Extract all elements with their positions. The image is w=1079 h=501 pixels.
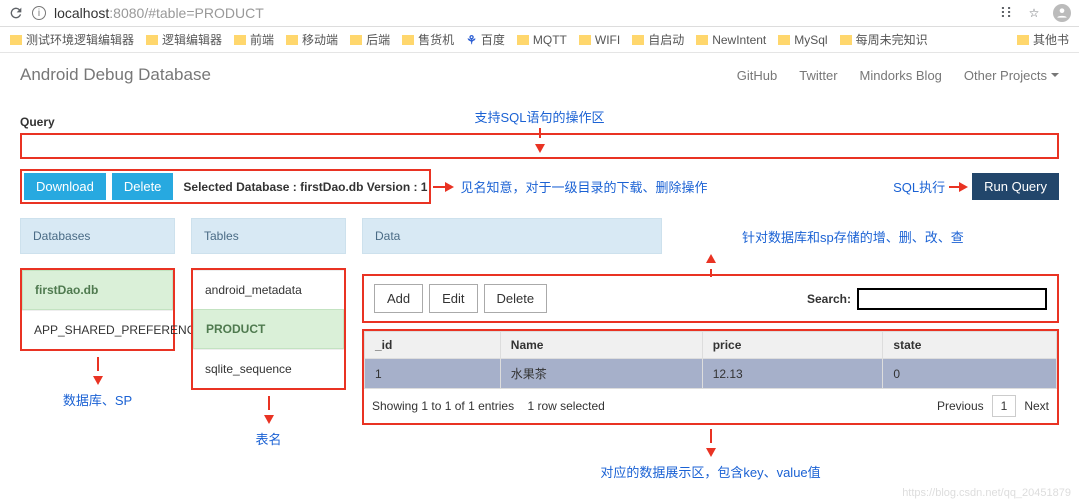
translate-icon[interactable]: ⠸⠇ — [997, 4, 1015, 22]
pager-current-page[interactable]: 1 — [992, 395, 1017, 417]
column-header-id[interactable]: _id — [365, 332, 501, 359]
selected-row-info: 1 row selected — [527, 399, 604, 413]
folder-icon — [840, 35, 852, 45]
tables-panel-header: Tables — [191, 218, 346, 254]
table-item-sqlite-sequence[interactable]: sqlite_sequence — [193, 349, 344, 388]
bookmark-item[interactable]: 逻辑编辑器 — [146, 31, 222, 48]
bookmark-item[interactable]: 移动端 — [286, 31, 338, 48]
nav-other-projects[interactable]: Other Projects — [964, 68, 1059, 83]
column-header-name[interactable]: Name — [500, 332, 702, 359]
search-input[interactable] — [857, 288, 1047, 310]
bookmark-item[interactable]: MySql — [778, 33, 827, 47]
cell-price: 12.13 — [702, 359, 883, 389]
folder-icon — [632, 35, 644, 45]
annotation-data-area: 对应的数据展示区，包含key、value值 — [362, 462, 1059, 481]
bookmark-item[interactable]: 自启动 — [632, 31, 684, 48]
arrow-right-icon — [959, 182, 968, 192]
download-delete-group: Download Delete Selected Database : firs… — [20, 169, 431, 204]
arrow-down-icon — [93, 376, 103, 385]
download-button[interactable]: Download — [24, 173, 106, 200]
annotation-sql-exec: SQL执行 — [893, 177, 945, 196]
table-item-android-metadata[interactable]: android_metadata — [193, 270, 344, 309]
baidu-icon: ⚘ — [466, 33, 477, 47]
database-list: firstDao.db APP_SHARED_PREFERENCES — [20, 268, 175, 351]
annotation-dl-del: 见名知意，对于一级目录的下载、删除操作 — [460, 177, 707, 196]
folder-icon — [10, 35, 22, 45]
bookmarks-bar: 测试环境逻辑编辑器 逻辑编辑器 前端 移动端 后端 售货机 ⚘百度 MQTT W… — [0, 27, 1079, 53]
bookmark-item[interactable]: 测试环境逻辑编辑器 — [10, 31, 134, 48]
selected-database-label: Selected Database : firstDao.db Version … — [183, 180, 427, 194]
bookmark-item[interactable]: 其他书 — [1017, 31, 1069, 48]
folder-icon — [579, 35, 591, 45]
folder-icon — [517, 35, 529, 45]
column-header-price[interactable]: price — [702, 332, 883, 359]
delete-row-button[interactable]: Delete — [484, 284, 548, 313]
table-row[interactable]: 1 水果茶 12.13 0 — [365, 359, 1057, 389]
run-query-button[interactable]: Run Query — [972, 173, 1059, 200]
showing-entries: Showing 1 to 1 of 1 entries — [372, 399, 514, 413]
bookmark-item[interactable]: 前端 — [234, 31, 274, 48]
arrow-down-icon — [264, 415, 274, 424]
bookmark-item[interactable]: ⚘百度 — [466, 31, 505, 48]
bookmark-item[interactable]: WIFI — [579, 33, 620, 47]
arrow-down-icon — [534, 144, 544, 153]
edit-button[interactable]: Edit — [429, 284, 477, 313]
annotation-db-sp: 数据库、SP — [20, 390, 175, 409]
chevron-down-icon — [1051, 73, 1059, 77]
bookmark-item[interactable]: 售货机 — [402, 31, 454, 48]
database-item-firstdao[interactable]: firstDao.db — [22, 270, 173, 310]
folder-icon — [146, 35, 158, 45]
account-icon[interactable] — [1053, 4, 1071, 22]
cell-state: 0 — [883, 359, 1057, 389]
app-title: Android Debug Database — [20, 65, 211, 85]
data-table: _id Name price state 1 水果茶 12.13 0 — [364, 331, 1057, 389]
annotation-tables: 表名 — [191, 429, 346, 448]
app-header: Android Debug Database GitHub Twitter Mi… — [0, 53, 1079, 97]
cell-name: 水果茶 — [500, 359, 702, 389]
pager-next[interactable]: Next — [1024, 399, 1049, 413]
data-panel-header: Data — [362, 218, 662, 254]
watermark: https://blog.csdn.net/qq_20451879 — [902, 487, 1071, 499]
databases-panel-header: Databases — [20, 218, 175, 254]
search-label: Search: — [807, 292, 851, 306]
table-list: android_metadata PRODUCT sqlite_sequence — [191, 268, 346, 390]
column-header-state[interactable]: state — [883, 332, 1057, 359]
bookmark-item[interactable]: MQTT — [517, 33, 567, 47]
crud-controls: Add Edit Delete Search: — [362, 274, 1059, 323]
pager-previous[interactable]: Previous — [937, 399, 984, 413]
folder-icon — [402, 35, 414, 45]
arrow-up-icon — [706, 254, 716, 263]
annotation-sql-area: 支持SQL语句的操作区 — [474, 107, 604, 156]
folder-icon — [778, 35, 790, 45]
add-button[interactable]: Add — [374, 284, 423, 313]
folder-icon — [286, 35, 298, 45]
folder-icon — [696, 35, 708, 45]
arrow-right-icon — [445, 182, 454, 192]
browser-address-bar: i localhost:8080/#table=PRODUCT ⠸⠇ ☆ — [0, 0, 1079, 27]
nav-twitter[interactable]: Twitter — [799, 68, 837, 83]
database-item-shared-prefs[interactable]: APP_SHARED_PREFERENCES — [22, 310, 173, 349]
data-table-container: _id Name price state 1 水果茶 12.13 0 — [362, 329, 1059, 425]
star-icon[interactable]: ☆ — [1025, 4, 1043, 22]
nav-mindorks[interactable]: Mindorks Blog — [860, 68, 942, 83]
nav-links: GitHub Twitter Mindorks Blog Other Proje… — [737, 68, 1059, 83]
info-icon[interactable]: i — [32, 6, 46, 20]
folder-icon — [350, 35, 362, 45]
refresh-icon[interactable] — [8, 5, 24, 21]
delete-button[interactable]: Delete — [112, 173, 174, 200]
bookmark-item[interactable]: NewIntent — [696, 33, 766, 47]
folder-icon — [1017, 35, 1029, 45]
cell-id: 1 — [365, 359, 501, 389]
folder-icon — [234, 35, 246, 45]
annotation-crud: 针对数据库和sp存储的增、删、改、查 — [742, 227, 964, 246]
nav-github[interactable]: GitHub — [737, 68, 777, 83]
url-display[interactable]: localhost:8080/#table=PRODUCT — [54, 5, 989, 21]
bookmark-item[interactable]: 每周未完知识 — [840, 31, 928, 48]
arrow-down-icon — [706, 448, 716, 457]
bookmark-item[interactable]: 后端 — [350, 31, 390, 48]
table-item-product[interactable]: PRODUCT — [193, 309, 344, 349]
